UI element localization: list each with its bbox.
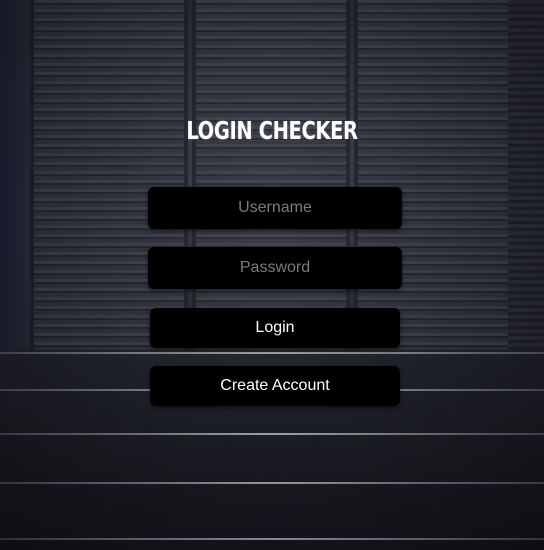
stair-edge	[0, 538, 544, 540]
background-edge-right	[508, 0, 544, 352]
background-louver-panel	[192, 0, 350, 350]
stair-edge	[0, 433, 544, 435]
page-title: LOGIN CHECKER	[186, 116, 358, 145]
username-input[interactable]	[148, 187, 402, 229]
background-louver-panel	[30, 0, 188, 350]
login-page: LOGIN CHECKER Login Create Account	[0, 0, 544, 550]
background-louver-panel	[354, 0, 512, 350]
background-edge-left	[0, 0, 30, 352]
stair-edge	[0, 352, 544, 354]
password-input[interactable]	[148, 247, 402, 289]
login-button[interactable]: Login	[150, 308, 400, 348]
create-account-button[interactable]: Create Account	[150, 366, 400, 406]
stair-edge	[0, 482, 544, 484]
